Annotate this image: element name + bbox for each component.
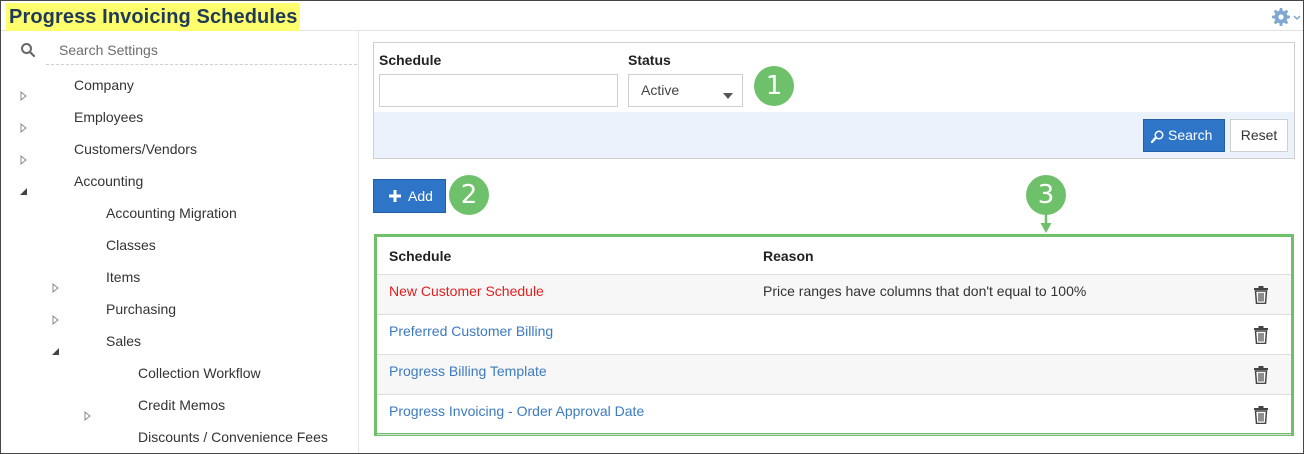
schedule-link[interactable]: New Customer Schedule xyxy=(389,283,544,299)
sidebar-item-label: Credit Memos xyxy=(138,397,226,413)
sidebar-item-label: Accounting Migration xyxy=(106,205,237,221)
sidebar-item-company[interactable]: Company xyxy=(1,69,357,102)
add-button-label: Add xyxy=(408,188,433,204)
trash-icon[interactable] xyxy=(1254,286,1268,305)
sidebar-item-accounting-migration[interactable]: Accounting Migration xyxy=(1,197,357,229)
table-row: New Customer Schedule Price ranges have c… xyxy=(377,275,1291,315)
schedules-table: Schedule Reason New Customer Schedule Pri… xyxy=(374,234,1294,436)
tree-collapsed-icon[interactable] xyxy=(51,272,61,294)
tree-collapsed-icon[interactable] xyxy=(19,144,29,166)
sidebar-item-label: Collection Workflow xyxy=(138,365,261,381)
tree-collapsed-icon[interactable] xyxy=(19,112,29,134)
sidebar-item-sales[interactable]: Sales xyxy=(1,325,357,357)
caret-down-icon xyxy=(722,87,734,99)
schedule-input[interactable] xyxy=(379,74,618,107)
search-button[interactable]: Search xyxy=(1143,119,1225,152)
schedule-link[interactable]: Preferred Customer Billing xyxy=(389,323,553,339)
reason-text: Price ranges have columns that don't equ… xyxy=(763,283,1087,299)
callout-arrow xyxy=(1040,208,1052,234)
tree-expanded-icon[interactable] xyxy=(19,176,29,195)
reset-button[interactable]: Reset xyxy=(1230,119,1288,152)
column-header-reason[interactable]: Reason xyxy=(763,237,814,275)
callout-badge-2: 2 xyxy=(449,175,489,215)
search-button-label: Search xyxy=(1168,127,1213,143)
sidebar-item-collection-workflow[interactable]: Collection Workflow xyxy=(1,357,357,389)
sidebar-item-label: Items xyxy=(106,269,141,285)
sidebar-item-classes[interactable]: Classes xyxy=(1,229,357,261)
sidebar-item-label: Discounts / Convenience Fees xyxy=(138,429,328,445)
sidebar-item-accounting[interactable]: Accounting xyxy=(1,165,357,197)
filter-footer: Search Reset xyxy=(374,112,1294,158)
tree-collapsed-icon[interactable] xyxy=(83,400,93,422)
sidebar-item-discounts-convenience-fees[interactable]: Discounts / Convenience Fees xyxy=(1,421,357,453)
tree-expanded-icon[interactable] xyxy=(51,336,61,355)
callout-badge-1: 1 xyxy=(754,66,794,106)
sidebar-item-employees[interactable]: Employees xyxy=(1,101,357,134)
sidebar-search xyxy=(1,31,358,67)
trash-icon[interactable] xyxy=(1254,406,1268,425)
sidebar-item-purchasing[interactable]: Purchasing xyxy=(1,293,357,326)
status-select[interactable]: Active xyxy=(628,74,743,107)
sidebar-item-credit-memos[interactable]: Credit Memos xyxy=(1,389,357,422)
schedule-label: Schedule xyxy=(379,52,442,68)
schedule-link[interactable]: Progress Billing Template xyxy=(389,363,547,379)
sidebar-item-label: Sales xyxy=(106,333,142,349)
table-row: Progress Billing Template xyxy=(377,355,1291,395)
sidebar-item-label: Customers/Vendors xyxy=(74,141,197,157)
sidebar-item-items[interactable]: Items xyxy=(1,261,357,294)
title-bar: Progress Invoicing Schedules xyxy=(1,1,1303,31)
sidebar-item-label: Classes xyxy=(106,237,156,253)
filter-panel: Schedule Status Active Search Reset xyxy=(373,42,1295,159)
status-label: Status xyxy=(628,52,671,68)
table-header: Schedule Reason xyxy=(377,237,1291,275)
trash-icon[interactable] xyxy=(1254,366,1268,385)
sidebar-item-label: Purchasing xyxy=(106,301,177,317)
sidebar-item-customers-vendors[interactable]: Customers/Vendors xyxy=(1,133,357,166)
sidebar-item-label: Employees xyxy=(74,109,144,125)
add-button[interactable]: Add xyxy=(373,179,446,213)
column-header-schedule[interactable]: Schedule xyxy=(389,237,451,275)
trash-icon[interactable] xyxy=(1254,326,1268,345)
page-title: Progress Invoicing Schedules xyxy=(6,3,301,31)
sidebar-item-label: Company xyxy=(74,77,134,93)
status-selected-value: Active xyxy=(641,82,680,98)
settings-sidebar: Company Employees Customers/Vendors Account… xyxy=(1,31,359,453)
table-row: Progress Invoicing - Order Approval Date xyxy=(377,395,1291,435)
sidebar-item-label: Accounting xyxy=(74,173,144,189)
settings-search-input[interactable] xyxy=(46,35,357,65)
settings-gear-icon[interactable] xyxy=(1271,6,1301,28)
search-icon xyxy=(20,42,36,58)
plus-icon xyxy=(389,190,401,202)
table-row: Preferred Customer Billing xyxy=(377,315,1291,355)
tree-collapsed-icon[interactable] xyxy=(19,80,29,102)
tree-collapsed-icon[interactable] xyxy=(51,304,61,326)
magnifier-icon xyxy=(1151,130,1164,143)
schedule-link[interactable]: Progress Invoicing - Order Approval Date xyxy=(389,403,644,419)
